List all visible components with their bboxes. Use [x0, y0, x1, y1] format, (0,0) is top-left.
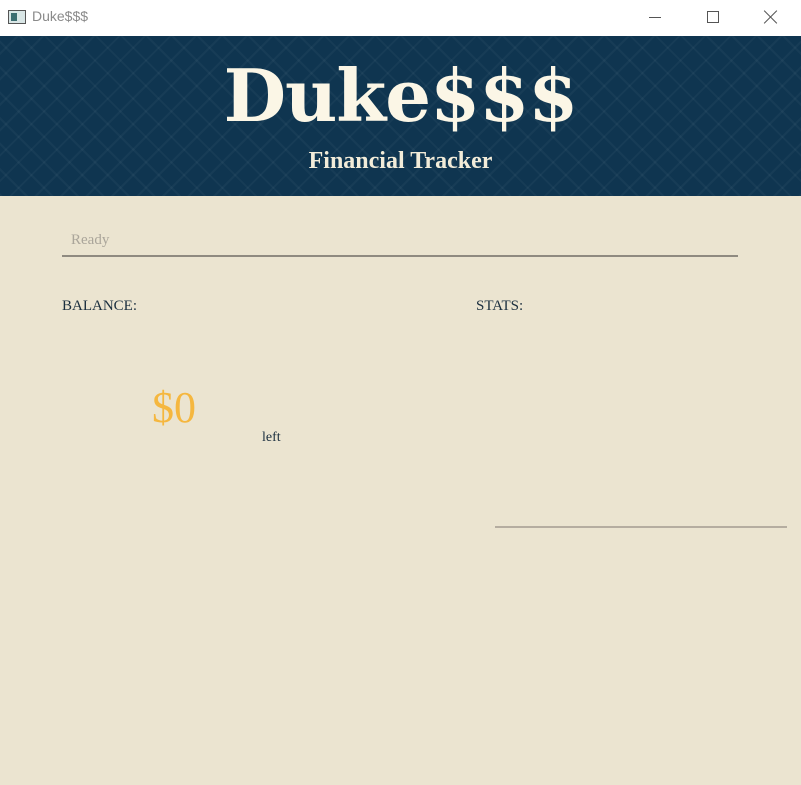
window-titlebar: Duke$$$: [0, 0, 801, 36]
balance-suffix: left: [262, 430, 281, 445]
app-icon: [8, 10, 26, 24]
minimize-icon: [649, 16, 661, 18]
stats-divider: [495, 526, 787, 528]
app-header: Duke$$$ Financial Tracker: [0, 36, 801, 196]
window-title: Duke$$$: [32, 8, 89, 24]
close-icon: [764, 10, 778, 24]
close-button[interactable]: [742, 0, 800, 34]
maximize-icon: [707, 11, 719, 23]
maximize-button[interactable]: [684, 0, 742, 34]
app-subtitle: Financial Tracker: [308, 148, 493, 174]
stats-label: STATS:: [476, 298, 524, 314]
balance-amount: $0: [152, 383, 196, 432]
balance-label: BALANCE:: [62, 298, 137, 314]
app-title: Duke$$$: [223, 53, 579, 138]
minimize-button[interactable]: [626, 0, 684, 34]
command-input[interactable]: [62, 226, 738, 257]
